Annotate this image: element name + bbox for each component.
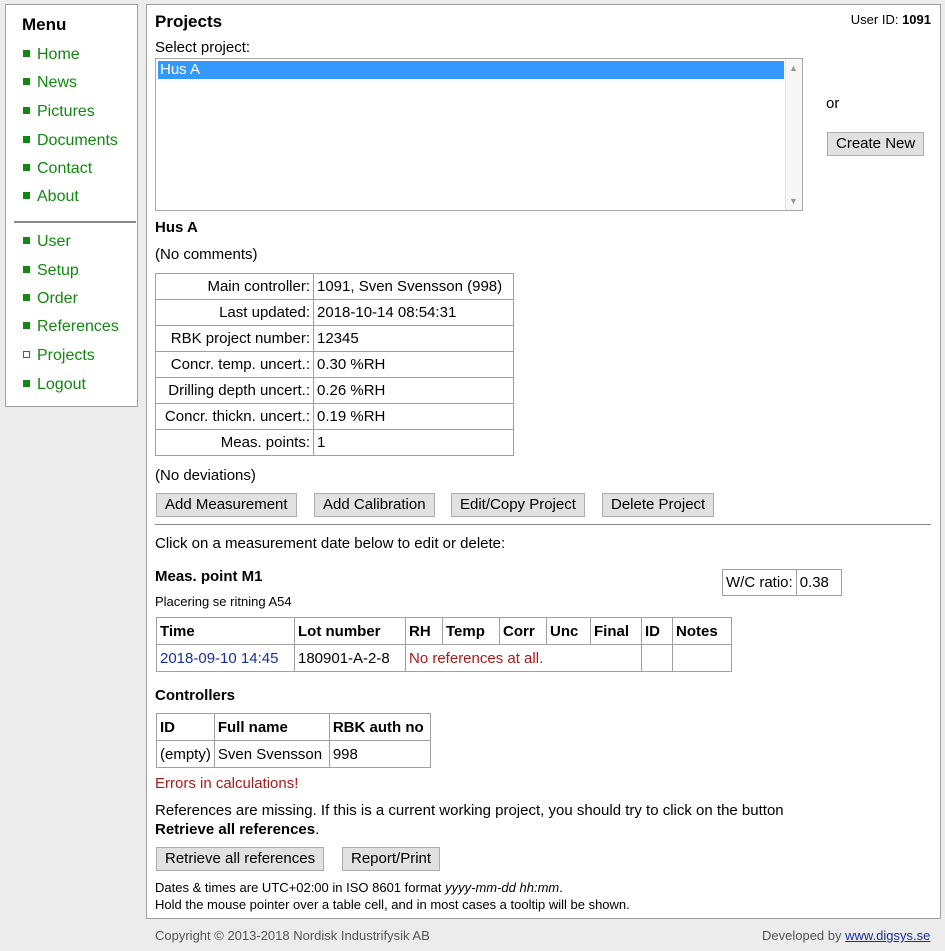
project-listbox[interactable]: Hus A ▲ ▼ — [155, 58, 803, 211]
meas-point-title: Meas. point M1 — [155, 568, 263, 585]
wc-ratio-value: 0.38 — [795, 570, 841, 595]
bullet-icon — [23, 322, 30, 329]
retrieve-all-references-button[interactable]: Retrieve all references — [156, 847, 325, 871]
bullet-icon — [23, 266, 30, 273]
section-divider — [155, 524, 931, 525]
menu-item-about[interactable]: About — [23, 188, 79, 212]
measurement-date-link[interactable]: 2018-09-10 14:45 — [156, 644, 295, 672]
bullet-icon — [23, 294, 30, 301]
table-header-row: Time Lot number RH Temp Corr Unc Final I… — [156, 617, 732, 645]
listbox-scrollbar[interactable]: ▲ ▼ — [785, 59, 802, 210]
menu-item-logout[interactable]: Logout — [23, 376, 86, 400]
controllers-title: Controllers — [155, 687, 236, 704]
add-calibration-button[interactable]: Add Calibration — [314, 493, 435, 517]
user-id: User ID: 1091 — [850, 12, 931, 27]
id-cell — [641, 644, 673, 672]
create-new-button[interactable]: Create New — [827, 132, 925, 156]
table-row: 2018-09-10 14:45 180901-A-2-8 No referen… — [156, 644, 732, 672]
measurements-table: Time Lot number RH Temp Corr Unc Final I… — [156, 617, 732, 672]
page-title: Projects — [155, 12, 223, 31]
bullet-icon — [23, 50, 30, 57]
table-row: Concr. temp. uncert.: 0.30 %RH — [155, 351, 514, 378]
table-row: RBK project number: 12345 — [155, 325, 514, 352]
project-option-selected[interactable]: Hus A — [158, 61, 784, 79]
menu-item-setup[interactable]: Setup — [23, 262, 79, 286]
tooltip-hint: Hold the mouse pointer over a table cell… — [155, 897, 630, 912]
bullet-icon — [23, 107, 30, 114]
report-print-button[interactable]: Report/Print — [342, 847, 441, 871]
errors-message: References are missing. If this is a cur… — [155, 802, 784, 819]
developed-by: Developed by www.digsys.se — [762, 928, 931, 943]
hollow-bullet-icon — [23, 351, 30, 358]
sidebar-menu: Menu Home News Pictures Documents Contac… — [5, 4, 138, 407]
project-details-table: Main controller: 1091, Sven Svensson (998… — [155, 273, 514, 456]
bullet-icon — [23, 380, 30, 387]
menu-item-references[interactable]: References — [23, 318, 119, 342]
menu-title: Menu — [22, 15, 67, 34]
table-row: Last updated: 2018-10-14 08:54:31 — [155, 299, 514, 326]
controller-id: (empty) — [156, 740, 215, 768]
wc-ratio-label: W/C ratio: — [726, 574, 793, 591]
menu-item-documents[interactable]: Documents — [23, 132, 118, 156]
controllers-table: ID Full name RBK auth no (empty) Sven Sv… — [156, 713, 431, 768]
menu-item-projects[interactable]: Projects — [23, 347, 95, 371]
measurement-instruction: Click on a measurement date below to edi… — [155, 535, 506, 552]
table-row: (empty) Sven Svensson 998 — [156, 740, 431, 768]
scroll-up-icon[interactable]: ▲ — [789, 63, 798, 73]
project-name-heading: Hus A — [155, 219, 198, 236]
delete-project-button[interactable]: Delete Project — [602, 493, 715, 517]
menu-item-user[interactable]: User — [23, 233, 71, 257]
menu-item-home[interactable]: Home — [23, 46, 80, 70]
dates-note: Dates & times are UTC+02:00 in ISO 8601 … — [155, 880, 563, 895]
copyright-text: Copyright © 2013-2018 Nordisk Industrify… — [155, 928, 430, 943]
or-text: or — [826, 95, 840, 112]
user-id-value: 1091 — [902, 12, 931, 27]
wc-ratio-box: W/C ratio: 0.38 — [722, 569, 842, 596]
add-measurement-button[interactable]: Add Measurement — [156, 493, 297, 517]
notes-cell — [672, 644, 732, 672]
lot-number: 180901-A-2-8 — [294, 644, 406, 672]
developer-link[interactable]: www.digsys.se — [845, 928, 930, 943]
no-references-message: No references at all. — [405, 644, 642, 672]
menu-divider — [14, 221, 136, 223]
table-row: Concr. thickn. uncert.: 0.19 %RH — [155, 403, 514, 430]
bullet-icon — [23, 78, 30, 85]
project-deviations: (No deviations) — [155, 467, 256, 484]
bullet-icon — [23, 164, 30, 171]
menu-item-pictures[interactable]: Pictures — [23, 103, 95, 127]
controller-name: Sven Svensson — [213, 740, 330, 768]
menu-item-contact[interactable]: Contact — [23, 160, 92, 184]
scroll-down-icon[interactable]: ▼ — [789, 196, 798, 206]
select-project-label: Select project: — [155, 39, 251, 56]
table-row: Main controller: 1091, Sven Svensson (998… — [155, 273, 514, 300]
edit-copy-project-button[interactable]: Edit/Copy Project — [451, 493, 585, 517]
bullet-icon — [23, 136, 30, 143]
errors-heading: Errors in calculations! — [155, 775, 299, 792]
table-row: Meas. points: 1 — [155, 429, 514, 456]
errors-message-end: Retrieve all references. — [155, 821, 320, 838]
main-panel: Projects User ID: 1091 Select project: H… — [146, 4, 941, 919]
project-comments: (No comments) — [155, 246, 258, 263]
bullet-icon — [23, 192, 30, 199]
table-header-row: ID Full name RBK auth no — [156, 713, 431, 741]
menu-item-order[interactable]: Order — [23, 290, 78, 314]
table-row: Drilling depth uncert.: 0.26 %RH — [155, 377, 514, 404]
meas-point-note: Placering se ritning A54 — [155, 594, 292, 609]
controller-auth-no: 998 — [328, 740, 431, 768]
menu-item-news[interactable]: News — [23, 74, 77, 98]
bullet-icon — [23, 237, 30, 244]
